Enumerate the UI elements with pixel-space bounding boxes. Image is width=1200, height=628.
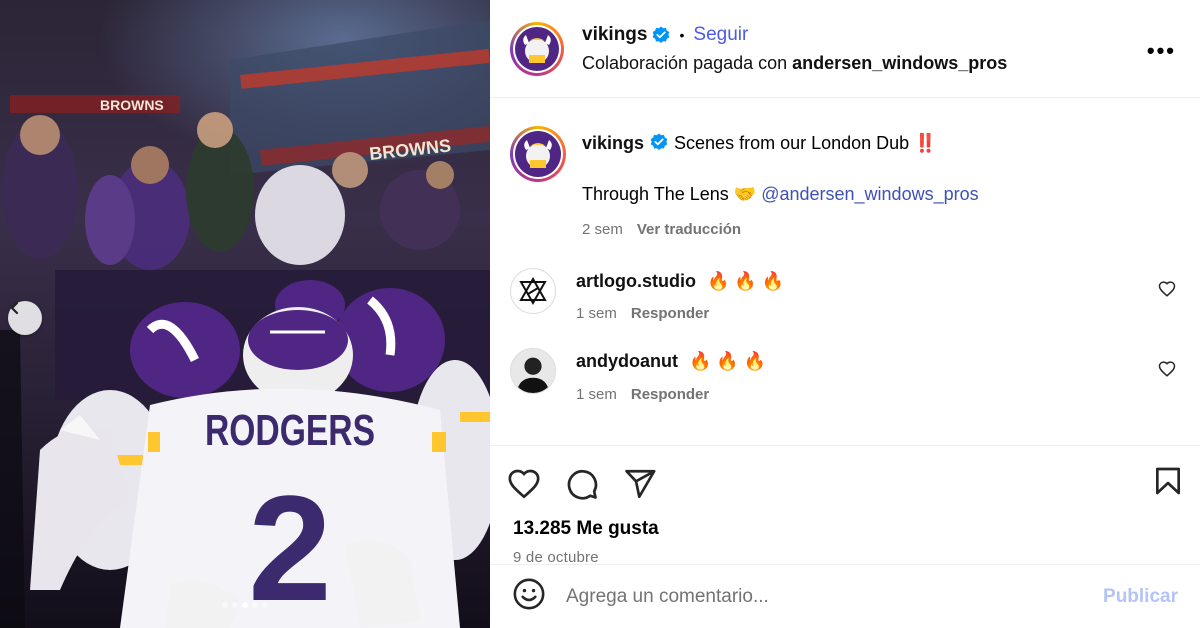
heart-icon — [508, 469, 540, 499]
comment-username[interactable]: artlogo.studio — [576, 271, 696, 291]
verified-badge-icon — [650, 133, 668, 151]
header-separator: • — [679, 26, 685, 43]
instagram-post-view: BROWNS BROWNS RODGERS 2 vikings • Seguir… — [0, 0, 1200, 628]
comment-button[interactable] — [562, 464, 602, 504]
commenter-avatar[interactable] — [510, 267, 556, 314]
comment-time[interactable]: 1 sem — [576, 305, 617, 322]
reply-button[interactable]: Responder — [631, 386, 709, 403]
caption-text-line2: Through The Lens 🤝 — [582, 184, 757, 205]
author-avatar[interactable] — [510, 21, 564, 76]
bookmark-icon — [1156, 467, 1180, 495]
more-options-icon[interactable]: ••• — [1147, 38, 1176, 64]
like-button[interactable] — [504, 464, 544, 504]
carousel-dot — [222, 602, 228, 608]
comment-item: andydoanut 🔥 🔥 🔥 1 sem Responder — [510, 348, 1180, 403]
caption-time[interactable]: 2 sem — [582, 221, 623, 238]
author-username[interactable]: vikings — [582, 24, 647, 46]
post-header: vikings • Seguir Colaboración pagada con… — [490, 0, 1200, 98]
comment-username[interactable]: andydoanut — [576, 351, 678, 371]
sponsor-username[interactable]: andersen_windows_pros — [792, 53, 1007, 73]
comment-input[interactable] — [566, 585, 1104, 608]
carousel-dot — [242, 602, 248, 608]
comment-like-icon[interactable] — [1158, 280, 1176, 303]
caption: vikings Scenes from our London Dub ‼️ Thr… — [510, 126, 1180, 238]
chevron-left-icon — [10, 301, 19, 315]
stadium-banner-text-left: BROWNS — [100, 97, 164, 113]
comments-section[interactable]: vikings Scenes from our London Dub ‼️ Thr… — [490, 98, 1200, 446]
share-button[interactable] — [620, 464, 660, 504]
comment-text: 🔥 🔥 🔥 — [689, 351, 767, 372]
comment-item: artlogo.studio 🔥 🔥 🔥 1 sem Responder — [510, 267, 1180, 322]
user-avatar-icon — [516, 357, 550, 394]
comment-icon — [567, 469, 598, 500]
caption-username[interactable]: vikings — [582, 133, 644, 153]
carousel-dot — [252, 602, 258, 608]
paid-partnership-label: Colaboración pagada con — [582, 52, 788, 73]
save-button[interactable] — [1152, 464, 1184, 503]
commenter-avatar[interactable] — [510, 348, 556, 395]
vikings-logo-icon — [515, 26, 559, 71]
jersey-name: RODGERS — [205, 406, 375, 455]
caption-text: Scenes from our London Dub ‼️ — [674, 133, 937, 153]
emoji-icon[interactable] — [512, 577, 546, 616]
carousel-prev-button[interactable] — [8, 301, 42, 335]
comment-text: 🔥 🔥 🔥 — [707, 270, 785, 291]
vikings-logo-icon — [515, 131, 561, 177]
comment-like-icon[interactable] — [1158, 360, 1176, 383]
see-translation-button[interactable]: Ver traducción — [637, 221, 741, 238]
share-icon — [625, 469, 656, 499]
paid-partnership-line: Colaboración pagada con andersen_windows… — [582, 53, 1007, 74]
publish-button[interactable]: Publicar — [1103, 586, 1178, 608]
caption-avatar[interactable] — [510, 126, 566, 182]
carousel-indicator — [0, 602, 490, 608]
follow-button[interactable]: Seguir — [693, 24, 748, 46]
verified-badge-icon — [652, 26, 670, 44]
carousel-dot — [232, 602, 238, 608]
post-photo[interactable]: BROWNS BROWNS RODGERS 2 — [0, 0, 490, 628]
artlogo-avatar-icon — [519, 276, 547, 305]
caption-mention[interactable]: @andersen_windows_pros — [761, 184, 978, 204]
reply-button[interactable]: Responder — [631, 305, 709, 322]
carousel-dot — [262, 602, 268, 608]
stadium-photo: BROWNS BROWNS RODGERS 2 — [0, 0, 490, 628]
comment-composer: Publicar — [490, 564, 1200, 628]
comment-time[interactable]: 1 sem — [576, 386, 617, 403]
post-side-panel: vikings • Seguir Colaboración pagada con… — [490, 0, 1200, 628]
post-actions-bar — [490, 446, 1200, 522]
